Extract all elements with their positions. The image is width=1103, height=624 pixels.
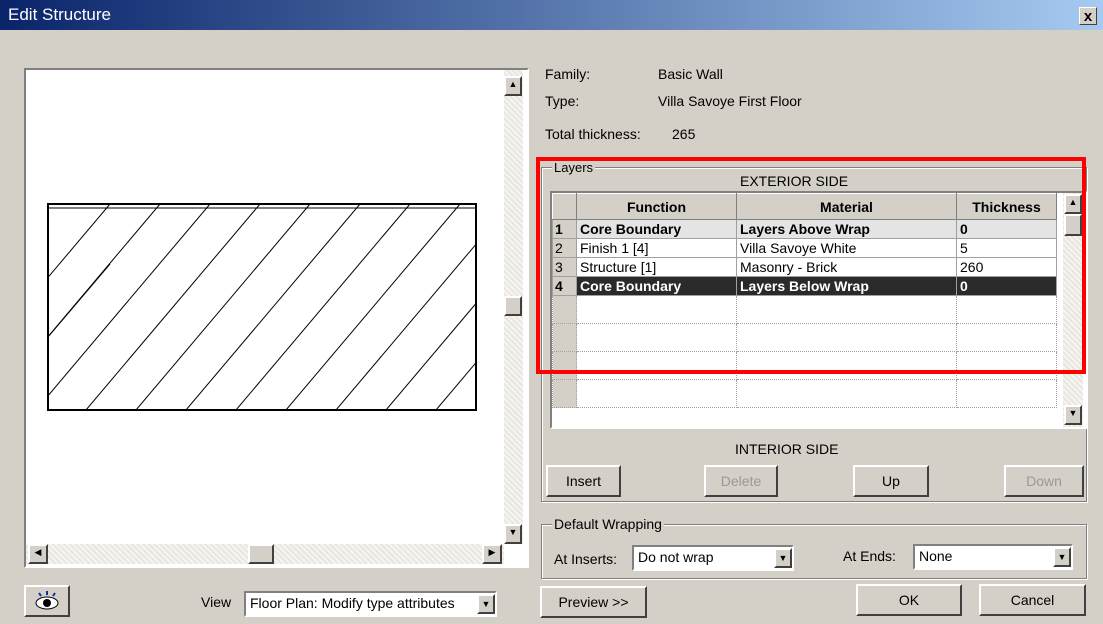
empty-cell (956, 379, 1057, 408)
view-label: View (201, 594, 232, 610)
up-button[interactable]: Up (853, 465, 929, 497)
insert-button[interactable]: Insert (546, 465, 621, 497)
highlight-box (536, 157, 1086, 374)
family-value: Basic Wall (658, 66, 723, 82)
window-title: Edit Structure (8, 5, 111, 24)
close-button[interactable]: x (1079, 7, 1097, 25)
preview-hscroll-thumb[interactable] (248, 544, 274, 564)
delete-button[interactable]: Delete (704, 465, 778, 497)
default-wrapping-label: Default Wrapping (552, 516, 664, 532)
at-ends-value: None (919, 548, 953, 564)
preview-vscroll-thumb[interactable] (504, 296, 522, 316)
scroll-up-button[interactable]: ▲ (504, 76, 522, 96)
interior-side-label: INTERIOR SIDE (735, 441, 839, 457)
empty-row (552, 379, 1057, 408)
view-select[interactable]: Floor Plan: Modify type attributes ▼ (244, 591, 497, 617)
scroll-down-button[interactable]: ▼ (1064, 405, 1082, 425)
view-select-value: Floor Plan: Modify type attributes (250, 595, 455, 611)
ok-button[interactable]: OK (856, 584, 962, 616)
family-label: Family: (545, 66, 591, 82)
at-inserts-value: Do not wrap (638, 549, 714, 565)
scroll-right-button[interactable]: ▶ (482, 544, 502, 564)
empty-cell (736, 379, 957, 408)
title-bar: Edit Structure x (0, 0, 1103, 30)
at-ends-select[interactable]: None ▼ (913, 544, 1073, 570)
eye-icon (35, 591, 59, 610)
scroll-down-button[interactable]: ▼ (504, 524, 522, 544)
type-value: Villa Savoye First Floor (658, 93, 802, 109)
cancel-button[interactable]: Cancel (979, 584, 1086, 616)
at-inserts-label: At Inserts: (554, 551, 618, 567)
chevron-down-icon[interactable]: ▼ (477, 594, 495, 614)
type-label: Type: (545, 93, 580, 109)
view-toggle-button[interactable] (24, 585, 70, 617)
wall-section-preview (47, 203, 477, 411)
row-index (552, 379, 577, 408)
thickness-value: 265 (672, 126, 696, 142)
chevron-down-icon[interactable]: ▼ (774, 548, 792, 568)
preview-pane: ▲ ▼ ◀ ▶ (24, 68, 529, 568)
preview-button[interactable]: Preview >> (540, 586, 647, 618)
at-inserts-select[interactable]: Do not wrap ▼ (632, 545, 794, 571)
empty-cell (576, 379, 737, 408)
down-button[interactable]: Down (1004, 465, 1084, 497)
thickness-label: Total thickness: (545, 126, 641, 142)
at-ends-label: At Ends: (843, 548, 896, 564)
chevron-down-icon[interactable]: ▼ (1053, 547, 1071, 567)
scroll-left-button[interactable]: ◀ (28, 544, 48, 564)
